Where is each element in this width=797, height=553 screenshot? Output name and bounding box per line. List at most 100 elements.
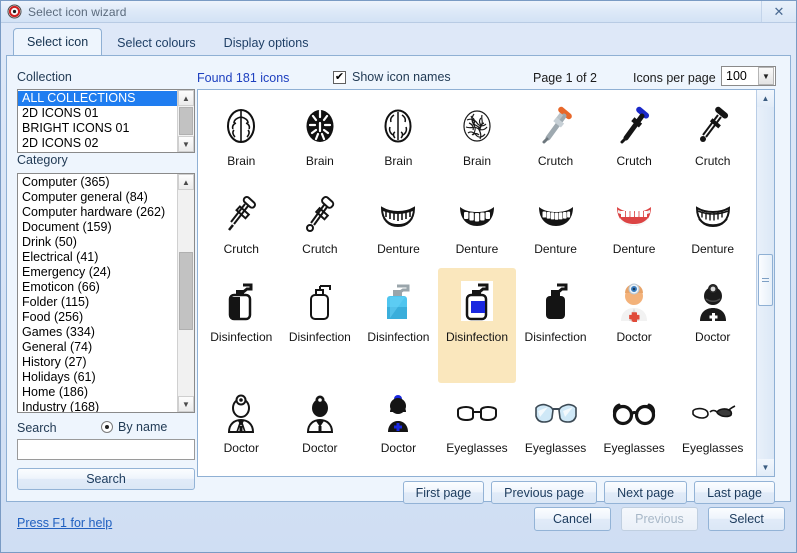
doctor-solid-icon — [299, 391, 341, 437]
icon-cell-disinfection-selected[interactable]: Disinfection — [437, 268, 517, 383]
list-item[interactable]: Games (334) — [18, 325, 177, 340]
first-page-button[interactable]: First page — [402, 481, 485, 504]
icon-label: Disinfection — [288, 330, 351, 344]
collection-scrollbar[interactable]: ▲ ▼ — [177, 90, 194, 152]
crutch-outline-icon — [220, 192, 262, 238]
icon-cell-denture-5[interactable]: Denture — [673, 184, 752, 272]
icon-cell-brain-2[interactable]: Brain — [281, 96, 360, 184]
last-page-button[interactable]: Last page — [694, 481, 775, 504]
icon-cell-eyeglasses-3[interactable]: Eyeglasses — [595, 383, 674, 471]
icon-cell-doctor-4[interactable]: Doctor — [281, 383, 360, 471]
scrollbar-thumb[interactable] — [758, 254, 773, 306]
list-item[interactable]: History (27) — [18, 355, 177, 370]
tab-select-colours[interactable]: Select colours — [104, 30, 209, 56]
icon-cell-doctor-2[interactable]: Doctor — [673, 272, 752, 360]
search-button[interactable]: Search — [17, 468, 195, 490]
list-item[interactable]: Emoticon (66) — [18, 280, 177, 295]
list-item[interactable]: Electrical (41) — [18, 250, 177, 265]
icon-cell-disinfection-5[interactable]: Disinfection — [516, 272, 595, 360]
close-icon[interactable]: ✕ — [761, 1, 796, 22]
scroll-up-icon[interactable]: ▲ — [178, 174, 194, 190]
brain-outline-icon — [220, 104, 262, 150]
list-item[interactable]: Food (256) — [18, 310, 177, 325]
icon-cell-denture-2[interactable]: Denture — [438, 184, 517, 272]
scroll-down-icon[interactable]: ▼ — [757, 459, 774, 476]
list-item[interactable]: General (74) — [18, 340, 177, 355]
list-item[interactable]: Holidays (61) — [18, 370, 177, 385]
icon-cell-disinfection-2[interactable]: Disinfection — [281, 272, 360, 360]
list-item[interactable]: Folder (115) — [18, 295, 177, 310]
checkbox-icon[interactable]: ✔ — [333, 70, 346, 84]
search-input[interactable] — [17, 439, 195, 460]
scroll-down-icon[interactable]: ▼ — [178, 136, 194, 152]
list-item[interactable]: Home (186) — [18, 385, 177, 400]
search-by-name-radio[interactable]: By name — [101, 420, 167, 434]
list-item[interactable]: Computer hardware (262) — [18, 205, 177, 220]
list-item[interactable]: Document (159) — [18, 220, 177, 235]
list-item[interactable]: 2D ICONS 02 — [18, 136, 177, 151]
icon-cell-crutch-5[interactable]: Crutch — [281, 184, 360, 272]
icon-cell-disinfection-1[interactable]: Disinfection — [202, 272, 281, 360]
icon-cell-disinfection-3[interactable]: Disinfection — [359, 272, 438, 360]
icon-cell-denture-4[interactable]: Denture — [595, 184, 674, 272]
icon-cell-doctor-1[interactable]: Doctor — [595, 272, 674, 360]
category-listbox[interactable]: Computer (365) Computer general (84) Com… — [17, 173, 195, 413]
list-item[interactable]: BRIGHT ICONS 01 — [18, 121, 177, 136]
collection-list-items: ALL COLLECTIONS 2D ICONS 01 BRIGHT ICONS… — [18, 90, 177, 152]
cancel-button[interactable]: Cancel — [534, 507, 611, 531]
denture-red-icon — [612, 192, 656, 238]
chevron-down-icon[interactable]: ▼ — [758, 67, 774, 85]
collection-label: Collection — [17, 70, 72, 84]
collection-listbox[interactable]: ALL COLLECTIONS 2D ICONS 01 BRIGHT ICONS… — [17, 89, 195, 153]
icons-per-page-select[interactable]: 100 ▼ — [721, 66, 776, 86]
scroll-up-icon[interactable]: ▲ — [178, 90, 194, 106]
icon-cell-crutch-1[interactable]: Crutch — [516, 96, 595, 184]
list-item[interactable]: ALL COLLECTIONS — [18, 91, 177, 106]
help-link[interactable]: Press F1 for help — [17, 516, 112, 530]
scroll-up-icon[interactable]: ▲ — [757, 90, 774, 107]
icon-label: Eyeglasses — [446, 441, 508, 455]
icon-cell-denture-1[interactable]: Denture — [359, 184, 438, 272]
list-item[interactable]: Industry (168) — [18, 400, 177, 412]
icon-label: Eyeglasses — [524, 441, 587, 455]
dialog-buttons: Cancel Previous Select — [534, 507, 785, 531]
icon-cell-denture-3[interactable]: Denture — [516, 184, 595, 272]
list-item[interactable]: Emergency (24) — [18, 265, 177, 280]
show-icon-names-checkbox[interactable]: ✔ Show icon names — [333, 70, 451, 84]
icon-cell-doctor-3[interactable]: Doctor — [202, 383, 281, 471]
previous-button: Previous — [621, 507, 698, 531]
tab-display-options[interactable]: Display options — [211, 30, 322, 56]
icon-cell-eyeglasses-1[interactable]: Eyeglasses — [438, 383, 517, 471]
scroll-down-icon[interactable]: ▼ — [178, 396, 194, 412]
icon-label: Disinfection — [367, 330, 430, 344]
scrollbar-thumb[interactable] — [179, 107, 193, 135]
icon-label: Doctor — [616, 330, 652, 344]
tab-strip: Select icon Select colours Display optio… — [1, 23, 796, 56]
tab-select-icon[interactable]: Select icon — [13, 28, 103, 56]
radio-icon[interactable] — [101, 421, 113, 433]
bottle-outline-icon — [300, 280, 340, 326]
icon-cell-brain-1[interactable]: Brain — [202, 96, 281, 184]
crutch-black-icon — [692, 104, 734, 150]
list-item[interactable]: Computer (365) — [18, 175, 177, 190]
icon-cell-doctor-5[interactable]: Doctor — [359, 383, 438, 471]
select-button[interactable]: Select — [708, 507, 785, 531]
icon-grid-scrollbar[interactable]: ▲ ▼ — [756, 90, 774, 476]
next-page-button[interactable]: Next page — [604, 481, 688, 504]
list-item[interactable]: 2D ICONS 01 — [18, 106, 177, 121]
list-item[interactable]: Computer general (84) — [18, 190, 177, 205]
previous-page-button[interactable]: Previous page — [491, 481, 598, 504]
icon-cell-brain-4[interactable]: Brain — [438, 96, 517, 184]
scrollbar-grip — [762, 277, 769, 283]
icons-per-page-label: Icons per page — [633, 71, 716, 85]
icon-cell-crutch-2[interactable]: Crutch — [595, 96, 674, 184]
icon-label: Disinfection — [524, 330, 587, 344]
icon-cell-brain-3[interactable]: Brain — [359, 96, 438, 184]
category-scrollbar[interactable]: ▲ ▼ — [177, 174, 194, 412]
list-item[interactable]: Drink (50) — [18, 235, 177, 250]
icon-cell-eyeglasses-4[interactable]: Eyeglasses — [673, 383, 752, 471]
icon-cell-crutch-3[interactable]: Crutch — [673, 96, 752, 184]
icon-cell-eyeglasses-2[interactable]: Eyeglasses — [516, 383, 595, 471]
scrollbar-thumb[interactable] — [179, 252, 193, 330]
icon-cell-crutch-4[interactable]: Crutch — [202, 184, 281, 272]
